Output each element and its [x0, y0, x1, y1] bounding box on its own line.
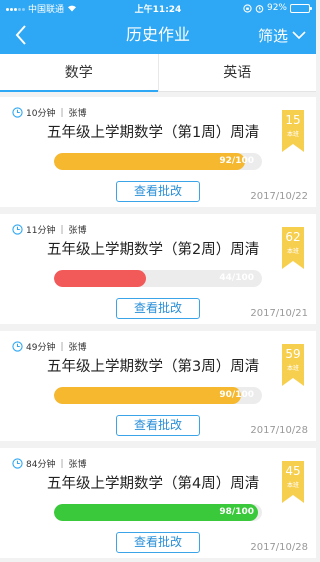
- nav-bar: 历史作业 筛选: [0, 16, 316, 54]
- meta-divider: |: [60, 341, 64, 352]
- class-rank-label: 本班: [286, 365, 299, 372]
- class-rank-badge: 59 本班: [282, 344, 304, 386]
- score-progress-fill: [54, 270, 146, 287]
- homework-date: 2017/10/22: [250, 191, 308, 202]
- meta-divider: |: [60, 107, 64, 118]
- homework-meta: 10分钟 | 张博: [12, 106, 87, 119]
- homework-title: 五年级上学期数学（第3周）周清: [47, 359, 260, 375]
- score-label: 90/100: [219, 390, 254, 400]
- chevron-down-icon: [292, 30, 306, 39]
- teacher-name: 张博: [68, 460, 87, 470]
- clock-icon: [12, 458, 23, 469]
- class-rank-badge: 62 本班: [282, 227, 304, 269]
- homework-date: 2017/10/28: [250, 425, 308, 436]
- clock-icon: [12, 341, 23, 352]
- homework-date: 2017/10/21: [250, 308, 308, 319]
- homework-title: 五年级上学期数学（第1周）周清: [47, 125, 260, 141]
- homework-card: 10分钟 | 张博 五年级上学期数学（第1周）周清 92/100 查看批改 20…: [0, 97, 316, 207]
- score-progress-bar: 44/100: [54, 270, 262, 287]
- score-progress-bar: 98/100: [54, 504, 262, 521]
- signal-icon: [6, 5, 25, 11]
- duration-label: 10分钟: [26, 109, 56, 119]
- alarm-icon: [255, 4, 264, 13]
- score-progress-bar: 92/100: [54, 153, 262, 170]
- status-bar: 中国联通 上午11:24 92%: [0, 0, 316, 16]
- teacher-name: 张博: [68, 343, 87, 353]
- homework-title: 五年级上学期数学（第2周）周清: [47, 242, 260, 258]
- homework-meta: 11分钟 | 张博: [12, 223, 87, 236]
- score-progress-fill: [54, 153, 246, 170]
- meta-divider: |: [60, 458, 64, 469]
- view-review-button[interactable]: 查看批改: [116, 415, 200, 436]
- filter-button[interactable]: 筛选: [258, 16, 306, 54]
- view-review-button[interactable]: 查看批改: [116, 532, 200, 553]
- wifi-icon: [68, 5, 77, 12]
- homework-date: 2017/10/28: [250, 542, 308, 553]
- homework-card: 84分钟 | 张博 五年级上学期数学（第4周）周清 98/100 查看批改 20…: [0, 448, 316, 558]
- view-review-button[interactable]: 查看批改: [116, 181, 200, 202]
- class-rank-label: 本班: [286, 248, 299, 255]
- teacher-name: 张博: [68, 226, 87, 236]
- status-left: 中国联通: [6, 2, 116, 15]
- score-label: 98/100: [219, 507, 254, 517]
- rotation-lock-icon: [243, 3, 252, 13]
- class-rank-value: 45: [285, 464, 301, 478]
- class-rank-value: 59: [285, 347, 301, 361]
- teacher-name: 张博: [68, 109, 87, 119]
- homework-card: 49分钟 | 张博 五年级上学期数学（第3周）周清 90/100 查看批改 20…: [0, 331, 316, 441]
- class-rank-badge: 15 本班: [282, 110, 304, 152]
- carrier-label: 中国联通: [28, 4, 65, 15]
- duration-label: 11分钟: [26, 226, 56, 236]
- tab-english[interactable]: 英语: [157, 54, 317, 91]
- meta-divider: |: [60, 224, 64, 235]
- view-review-button[interactable]: 查看批改: [116, 298, 200, 319]
- homework-card: 11分钟 | 张博 五年级上学期数学（第2周）周清 44/100 查看批改 20…: [0, 214, 316, 324]
- score-label: 44/100: [219, 273, 254, 283]
- clock-icon: [12, 107, 23, 118]
- status-time: 上午11:24: [134, 4, 182, 15]
- status-right: 92%: [200, 3, 312, 13]
- homework-meta: 84分钟 | 张博: [12, 457, 87, 470]
- tab-math[interactable]: 数学: [0, 54, 158, 92]
- subject-tabs: 数学 英语: [0, 54, 316, 92]
- homework-title: 五年级上学期数学（第4周）周清: [47, 476, 260, 492]
- battery-icon: [290, 3, 312, 13]
- clock-icon: [12, 224, 23, 235]
- class-rank-label: 本班: [286, 482, 299, 489]
- filter-label: 筛选: [257, 26, 288, 45]
- class-rank-value: 15: [285, 113, 301, 127]
- class-rank-badge: 45 本班: [282, 461, 304, 503]
- duration-label: 84分钟: [26, 460, 56, 470]
- class-rank-value: 62: [285, 230, 301, 244]
- duration-label: 49分钟: [26, 343, 56, 353]
- score-progress-bar: 90/100: [54, 387, 262, 404]
- battery-percent: 92%: [266, 3, 287, 13]
- homework-meta: 49分钟 | 张博: [12, 340, 87, 353]
- score-progress-fill: [54, 387, 242, 404]
- score-label: 92/100: [219, 156, 254, 166]
- class-rank-label: 本班: [286, 131, 299, 138]
